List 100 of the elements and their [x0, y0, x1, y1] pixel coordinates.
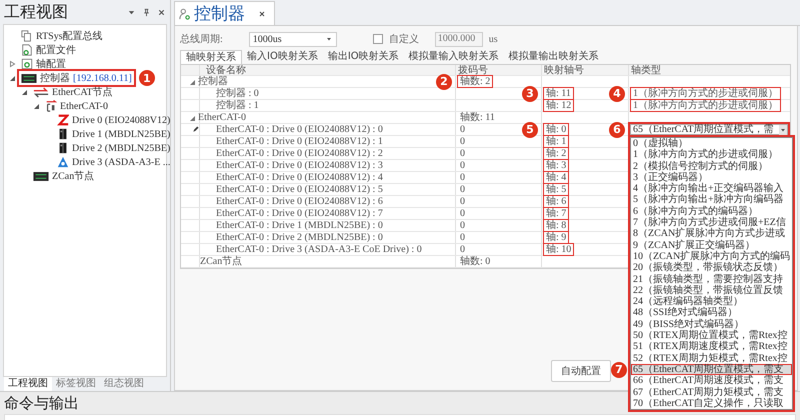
dropdown-option[interactable]: 2（模拟信号控制方式的伺服）: [631, 160, 792, 172]
dropdown-option[interactable]: 49（BISS绝对式编码器）: [631, 318, 792, 330]
dropdown-option[interactable]: 21（振镜轴类型，需要控制器支持: [631, 274, 792, 285]
dip-value: 轴数: 11: [459, 112, 496, 123]
mapping-tab[interactable]: 输入IO映射关系: [242, 50, 323, 64]
dropdown-option[interactable]: 6（脉冲方向方式的编码器）: [631, 206, 792, 218]
close-icon[interactable]: [157, 8, 166, 16]
expand-toggle-icon[interactable]: [20, 88, 28, 96]
dropdown-option[interactable]: 1（脉冲方向方式的步进或伺服）: [631, 149, 792, 161]
axis-value: 轴: 12: [544, 100, 574, 111]
axis-value: 轴: 4: [544, 172, 568, 183]
device-name: EtherCAT-0 : Drive 0 (EIO24088V12) : 3: [216, 160, 383, 171]
dip-value: 轴数: 0: [459, 256, 492, 267]
dropdown-option[interactable]: 8（ZCAN扩展脉冲方向方式步进或: [631, 228, 792, 240]
mapping-tab[interactable]: 轴映射关系: [180, 50, 242, 64]
dip-value: 0: [459, 196, 466, 207]
transfer-arrows-icon: [33, 86, 49, 98]
dropdown-option[interactable]: 4（脉冲方向输出+正交编码器输入: [631, 183, 792, 194]
mapping-tab[interactable]: 输出IO映射关系: [322, 50, 404, 64]
dropdown-option[interactable]: 0（虚拟轴）: [631, 138, 792, 150]
tree-item[interactable]: EtherCAT节点: [31, 85, 115, 99]
pin-icon[interactable]: [142, 8, 151, 16]
tree-item[interactable]: ZCan节点: [31, 169, 96, 183]
axis-value: 轴: 8: [544, 220, 568, 231]
dropdown-option[interactable]: 50（RTEX周期位置模式，需Rtex控: [631, 330, 792, 342]
document-title: 控制器: [194, 3, 245, 25]
tree-item[interactable]: 轴配置: [19, 57, 68, 71]
tree-item[interactable]: Drive 0 (EIO24088V12): [55, 114, 172, 126]
tree-item[interactable]: Drive 3 (ASDA-A3-E ...: [55, 156, 172, 168]
bus-cycle-select[interactable]: 1000us: [248, 32, 337, 46]
column-header: 拨码号: [455, 65, 541, 75]
dropdown-option[interactable]: 10（ZCAN扩展脉冲方向方式的编码: [631, 250, 792, 262]
dropdown-option[interactable]: 48（SSI绝对式编码器）: [631, 307, 792, 319]
dip-value: 轴数: 2: [458, 76, 492, 87]
device-name: EtherCAT-0 : Drive 0 (EIO24088V12) : 5: [216, 184, 383, 195]
axis-type-select[interactable]: 65（EtherCAT周期位置模式，需: [630, 124, 788, 135]
device-name: EtherCAT-0 : Drive 1 (MBDLN25BE) : 0: [216, 220, 383, 231]
dropdown-option[interactable]: 5（脉冲方向输出+脉冲方向编码器: [631, 194, 792, 206]
callout-number: 1: [138, 70, 155, 86]
axis-value: 轴: 0: [544, 124, 568, 135]
dropdown-option[interactable]: 70（EtherCAT自定义操作，只读取: [631, 398, 792, 410]
close-icon[interactable]: [258, 10, 266, 18]
device-name: EtherCAT-0 : Drive 0 (EIO24088V12) : 0: [216, 124, 383, 135]
dropdown-option[interactable]: 51（RTEX周期速度模式，需Rtex控: [631, 341, 792, 353]
axis-type-value: 1（脉冲方向方式的步进或伺服）: [631, 88, 780, 99]
dropdown-option[interactable]: 66（EtherCAT周期速度模式，需支: [631, 375, 792, 387]
mapping-tab[interactable]: 模拟量输入映射关系: [404, 50, 504, 64]
callout-number: 6: [609, 122, 625, 138]
drive-module-icon: [57, 128, 69, 140]
expand-toggle-icon[interactable]: [32, 102, 40, 110]
cycle-input-field[interactable]: 1000.000: [434, 32, 483, 46]
ip-address: [192.168.0.11]: [73, 72, 132, 84]
dropdown-option[interactable]: 65（EtherCAT周期位置模式，需支: [631, 364, 792, 376]
dropdown-option[interactable]: 67（EtherCAT周期力矩模式，需支: [631, 386, 792, 398]
stacked-pages-icon: [21, 30, 33, 42]
column-header: 轴类型: [628, 65, 790, 75]
dip-value: 0: [459, 184, 466, 195]
dropdown-option[interactable]: 9（ZCAN扩展正交编码器）: [631, 240, 792, 251]
dip-value: 0: [459, 124, 466, 135]
custom-checkbox[interactable]: [372, 34, 383, 44]
axis-value: 轴: 5: [544, 184, 568, 195]
mapping-tab[interactable]: 模拟量输出映射关系: [504, 50, 604, 64]
dip-value: 0: [459, 160, 466, 171]
expand-toggle-icon[interactable]: [8, 60, 16, 68]
dip-value: 0: [459, 208, 466, 219]
tree-item[interactable]: 配置文件: [19, 43, 78, 57]
drive-module-icon: [57, 142, 69, 154]
axis-value: 轴: 2: [544, 148, 568, 159]
panel-tab[interactable]: 组态视图: [100, 377, 148, 392]
expand-toggle-icon[interactable]: [8, 74, 16, 82]
controller-icon: [21, 72, 37, 84]
controller-icon: [33, 170, 49, 182]
tree-item[interactable]: Drive 2 (MBDLN25BE): [55, 142, 172, 154]
callout-number: 7: [611, 362, 627, 378]
panel-tab[interactable]: 工程视图: [4, 377, 52, 392]
custom-label: 自定义: [388, 32, 419, 46]
tree-item[interactable]: RTSys配置总线: [19, 29, 105, 43]
device-name: EtherCAT-0 : Drive 0 (EIO24088V12) : 6: [216, 196, 383, 207]
unit-label: us: [488, 34, 498, 44]
network-port-icon: [45, 100, 57, 112]
dropdown-option[interactable]: 52（RTEX周期力矩模式，需Rtex控: [631, 352, 792, 364]
axis-value: 轴: 7: [544, 208, 568, 219]
dropdown-option[interactable]: 20（振镜类型，带振镜状态反馈）: [631, 262, 792, 274]
dip-value: 0: [459, 220, 466, 231]
tree-item[interactable]: Drive 1 (MBDLN25BE): [55, 128, 172, 140]
axis-value: 轴: 9: [544, 232, 568, 243]
device-name: EtherCAT-0 : Drive 0 (EIO24088V12) : 2: [216, 148, 383, 159]
panel-tab[interactable]: 标签视图: [52, 377, 100, 392]
tree-item[interactable]: EtherCAT-0: [43, 100, 110, 112]
document-tab[interactable]: 控制器: [174, 1, 275, 25]
box-gear-icon: [21, 58, 33, 70]
dropdown-option[interactable]: 7（脉冲方向方式步进或伺服+EZ信: [631, 217, 792, 228]
auto-config-button[interactable]: 自动配置: [551, 360, 611, 382]
device-name: EtherCAT-0 : Drive 2 (MBDLN25BE) : 0: [216, 232, 383, 243]
dropdown-option[interactable]: 22（振镜轴类型，带振镜位置反馈: [631, 284, 792, 296]
node-icon: [179, 8, 191, 20]
expand-toggle-icon[interactable]: [188, 114, 196, 122]
dropdown-option[interactable]: 24（远程编码器轴类型）: [631, 296, 792, 308]
dropdown-option[interactable]: 3（正交编码器）: [631, 172, 792, 184]
bus-cycle-label: 总线周期:: [180, 32, 223, 46]
